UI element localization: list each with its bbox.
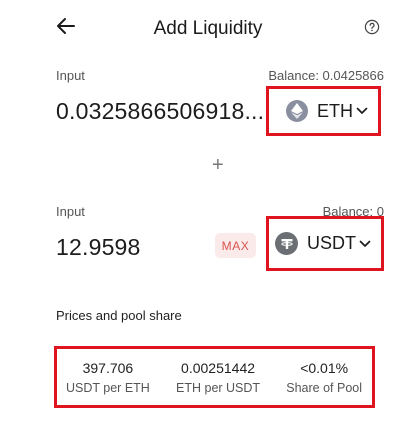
- price-caption: USDT per ETH: [66, 380, 150, 395]
- price-usdt-per-eth: 397.706 USDT per ETH: [66, 349, 150, 405]
- token-symbol: USDT: [307, 233, 356, 253]
- max-button[interactable]: MAX: [215, 233, 256, 258]
- help-button[interactable]: [364, 19, 380, 35]
- input-b-amount-field[interactable]: 12.9598: [56, 234, 141, 261]
- share-caption: Share of Pool: [286, 380, 362, 395]
- plus-sign: +: [212, 154, 224, 176]
- prices-section-title: Prices and pool share: [56, 308, 182, 323]
- page-title: Add Liquidity: [153, 18, 263, 39]
- input-a-label: Input: [56, 68, 85, 83]
- question-circle-icon: [364, 19, 380, 35]
- input-b-label: Input: [56, 204, 85, 219]
- input-a-balance: Balance: 0.0425866: [268, 68, 384, 83]
- token-symbol: ETH: [317, 100, 353, 121]
- price-value: 397.706: [82, 359, 134, 376]
- share-value: <0.01%: [300, 359, 349, 376]
- pool-share-panel: 397.706 USDT per ETH 0.00251442 ETH per …: [54, 346, 375, 408]
- chevron-down-icon: [359, 240, 371, 247]
- ethereum-icon: [286, 100, 308, 122]
- price-value: 0.00251442: [181, 359, 256, 376]
- chevron-down-icon: [356, 107, 368, 114]
- price-caption: ETH per USDT: [176, 380, 261, 395]
- price-eth-per-usdt: 0.00251442 ETH per USDT: [176, 349, 260, 405]
- token-select-usdt[interactable]: USDT: [266, 216, 384, 271]
- tether-icon: [275, 232, 298, 255]
- input-a-amount-field[interactable]: 0.0325866506918...: [56, 98, 264, 125]
- share-of-pool: <0.01% Share of Pool: [286, 349, 362, 405]
- token-select-eth[interactable]: ETH: [266, 86, 381, 136]
